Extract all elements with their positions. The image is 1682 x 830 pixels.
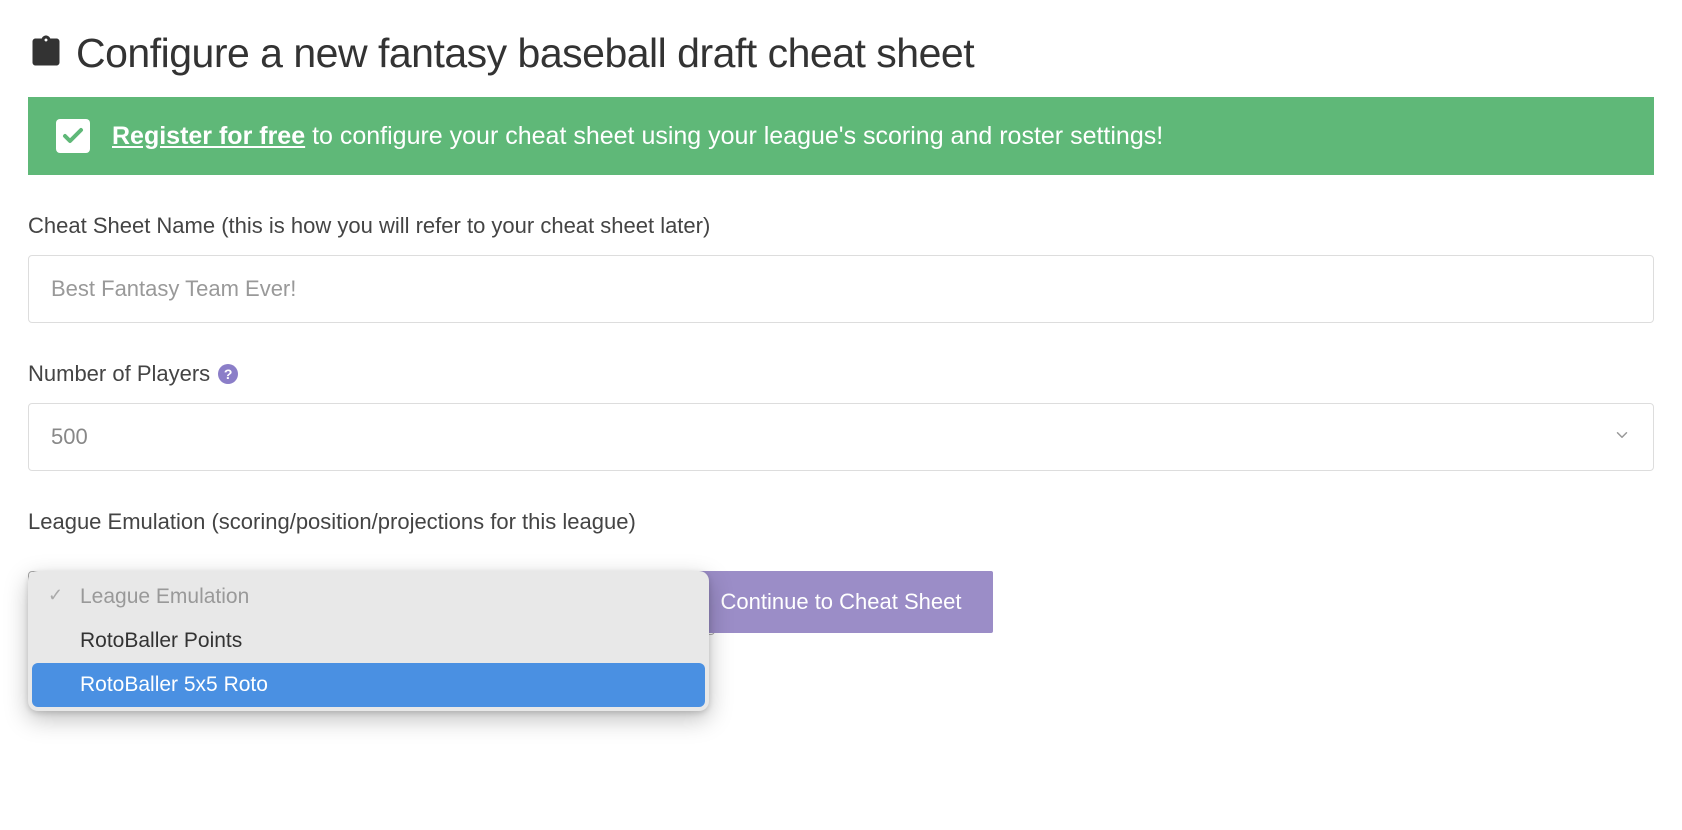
num-players-label-text: Number of Players: [28, 361, 210, 387]
dropdown-option-placeholder: League Emulation: [32, 575, 705, 619]
league-emulation-label: League Emulation (scoring/position/proje…: [28, 509, 1654, 535]
sheet-name-label: Cheat Sheet Name (this is how you will r…: [28, 213, 1654, 239]
num-players-value: 500: [51, 424, 88, 450]
register-link[interactable]: Register for free: [112, 122, 305, 150]
alert-text: Register for free to configure your chea…: [112, 122, 1163, 151]
num-players-group: Number of Players ? 500: [28, 361, 1654, 471]
chevron-down-icon: [1613, 424, 1631, 450]
page-title: Configure a new fantasy baseball draft c…: [76, 30, 974, 77]
num-players-select[interactable]: 500: [28, 403, 1654, 471]
league-emulation-group: League Emulation (scoring/position/proje…: [28, 509, 1654, 633]
sheet-name-input[interactable]: [28, 255, 1654, 323]
num-players-label: Number of Players ?: [28, 361, 1654, 387]
sheet-name-group: Cheat Sheet Name (this is how you will r…: [28, 213, 1654, 323]
clipboard-icon: [28, 34, 64, 74]
dropdown-option[interactable]: RotoBaller Points: [32, 619, 705, 663]
check-icon: [56, 119, 90, 153]
register-alert: Register for free to configure your chea…: [28, 97, 1654, 175]
league-emulation-dropdown: League Emulation RotoBaller Points RotoB…: [28, 571, 709, 711]
dropdown-option[interactable]: RotoBaller 5x5 Roto: [32, 663, 705, 707]
alert-message: to configure your cheat sheet using your…: [305, 122, 1163, 150]
help-icon[interactable]: ?: [218, 364, 238, 384]
continue-button[interactable]: Continue to Cheat Sheet: [689, 571, 994, 633]
page-title-row: Configure a new fantasy baseball draft c…: [28, 30, 1654, 77]
